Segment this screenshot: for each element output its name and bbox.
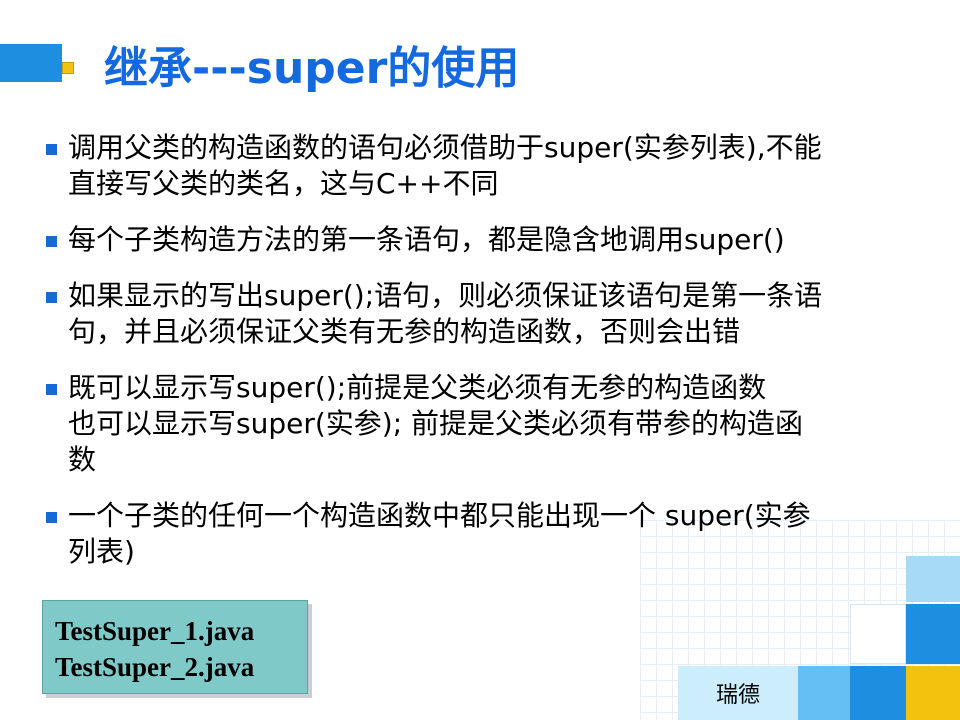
bullet-item: 调用父类的构造函数的语句必须借助于super(实参列表),不能 直接写父类的类名… bbox=[46, 130, 926, 202]
slide-title: 继承---super的使用 bbox=[104, 43, 520, 94]
bullet-line: 调用父类的构造函数的语句必须借助于super(实参列表),不能 bbox=[68, 131, 822, 164]
bullet-line: 句，并且必须保证父类有无参的构造函数，否则会出错 bbox=[68, 315, 741, 348]
bullet-line: 一个子类的任何一个构造函数中都只能出现一个 super(实参 bbox=[68, 499, 811, 532]
deco-block bbox=[798, 666, 850, 720]
bullet-item: 一个子类的任何一个构造函数中都只能出现一个 super(实参 列表) bbox=[46, 498, 926, 570]
code-file-name: TestSuper_2.java bbox=[55, 652, 255, 682]
bullet-list: 调用父类的构造函数的语句必须借助于super(实参列表),不能 直接写父类的类名… bbox=[46, 130, 926, 590]
bullet-line: 也可以显示写super(实参); 前提是父类必须有带参的构造函 bbox=[68, 407, 804, 440]
header-square-icon bbox=[62, 62, 74, 74]
bullet-line: 列表) bbox=[68, 535, 135, 568]
deco-block bbox=[906, 556, 960, 602]
code-file-box[interactable]: TestSuper_1.java TestSuper_2.java bbox=[42, 600, 308, 694]
bullet-line: 每个子类构造方法的第一条语句，都是隐含地调用super() bbox=[68, 223, 785, 256]
deco-block bbox=[850, 666, 906, 720]
bullet-line: 既可以显示写super();前提是父类必须有无参的构造函数 bbox=[68, 371, 767, 404]
bullet-line: 直接写父类的类名，这与C++不同 bbox=[68, 167, 499, 200]
deco-block bbox=[850, 604, 906, 664]
bullet-line: 如果显示的写出super();语句，则必须保证该语句是第一条语 bbox=[68, 279, 823, 312]
deco-block bbox=[906, 604, 960, 664]
bullet-item: 如果显示的写出super();语句，则必须保证该语句是第一条语 句，并且必须保证… bbox=[46, 278, 926, 350]
bullet-item: 每个子类构造方法的第一条语句，都是隐含地调用super() bbox=[46, 222, 926, 258]
bullet-item: 既可以显示写super();前提是父类必须有无参的构造函数 也可以显示写supe… bbox=[46, 370, 926, 478]
header-accent-bar bbox=[0, 44, 62, 82]
code-file-name: TestSuper_1.java bbox=[55, 616, 255, 646]
deco-block bbox=[906, 666, 960, 720]
bullet-line: 数 bbox=[68, 443, 97, 476]
footer-label: 瑞德 bbox=[678, 666, 798, 720]
